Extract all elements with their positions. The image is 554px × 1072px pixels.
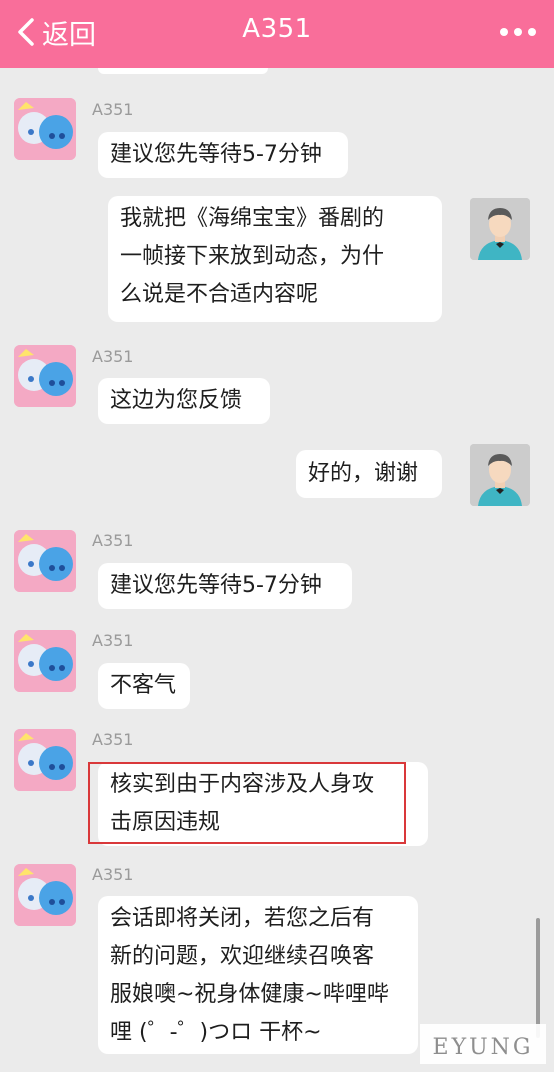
more-dot-icon [514, 28, 522, 36]
message-line: 建议您先等待5-7分钟 [110, 142, 322, 167]
message-bubble: 建议您先等待5-7分钟 [98, 563, 352, 609]
message-line: 会话即将关闭，若您之后有 [110, 906, 375, 931]
bot-avatar[interactable] [14, 345, 76, 407]
message-bubble: 我就把《海绵宝宝》番剧的 一帧接下来放到动态，为什 么说是不合适内容呢 [108, 196, 442, 322]
sender-name: A351 [92, 631, 134, 650]
message-line: 新的问题，欢迎继续召唤客 [110, 944, 375, 969]
bot-avatar[interactable] [14, 864, 76, 926]
watermark: EYUNG [420, 1024, 546, 1064]
message-line: 好的，谢谢 [308, 461, 419, 486]
message-line: 我就把《海绵宝宝》番剧的 [120, 206, 385, 231]
message-line: 不客气 [110, 673, 177, 698]
message-bubble: 会话即将关闭，若您之后有 新的问题，欢迎继续召唤客 服娘噢~祝身体健康~哔哩哔 … [98, 896, 418, 1054]
message-line: 哩 (゜-゜)つロ 干杯~ [110, 1020, 322, 1045]
message-line: 一帧接下来放到动态，为什 [120, 244, 385, 269]
highlight-box [88, 762, 406, 844]
more-menu-button[interactable] [500, 22, 536, 42]
sender-name: A351 [92, 100, 134, 119]
anime-avatar-icon [14, 729, 76, 791]
more-dot-icon [528, 28, 536, 36]
anime-avatar-icon [14, 98, 76, 160]
sender-name: A351 [92, 865, 134, 884]
message-line: 么说是不合适内容呢 [120, 282, 319, 307]
bot-avatar[interactable] [14, 729, 76, 791]
sender-name: A351 [92, 730, 134, 749]
more-dot-icon [500, 28, 508, 36]
message-line: 服娘噢~祝身体健康~哔哩哔 [110, 982, 389, 1007]
message-line: 建议您先等待5-7分钟 [110, 573, 322, 598]
message-bubble: 好的，谢谢 [296, 450, 442, 498]
top-bar: 返回 A351 [0, 0, 554, 68]
anime-avatar-icon [14, 630, 76, 692]
message-bubble: 建议您先等待5-7分钟 [98, 132, 348, 178]
scrollbar[interactable] [536, 918, 540, 1038]
anime-avatar-icon [14, 864, 76, 926]
bot-avatar[interactable] [14, 98, 76, 160]
anime-avatar-icon [14, 345, 76, 407]
anime-avatar-icon [14, 530, 76, 592]
user-avatar[interactable] [470, 444, 530, 506]
bot-avatar[interactable] [14, 530, 76, 592]
message-bubble: 这边为您反馈 [98, 378, 270, 424]
user-avatar-icon [470, 198, 530, 260]
chat-title: A351 [242, 14, 312, 44]
previous-bubble-edge [98, 68, 268, 74]
user-avatar-icon [470, 444, 530, 506]
sender-name: A351 [92, 531, 134, 550]
message-line: 这边为您反馈 [110, 388, 243, 413]
message-bubble: 不客气 [98, 663, 190, 709]
user-avatar[interactable] [470, 198, 530, 260]
bot-avatar[interactable] [14, 630, 76, 692]
sender-name: A351 [92, 347, 134, 366]
